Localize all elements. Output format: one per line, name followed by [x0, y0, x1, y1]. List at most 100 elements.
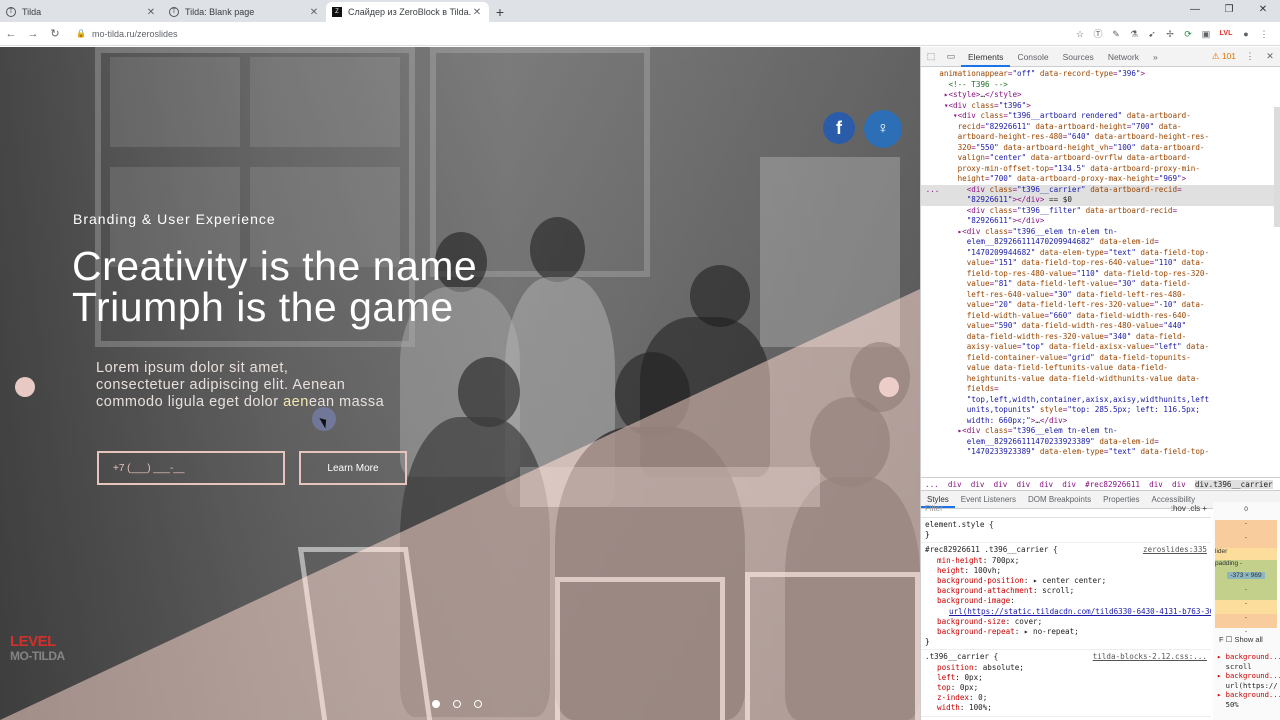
- dom-line[interactable]: ▾<div class="t396">: [921, 101, 1280, 112]
- dom-line[interactable]: artboard-height-res-480="640" data-artbo…: [921, 132, 1280, 143]
- slider-dot-1[interactable]: [432, 700, 440, 708]
- dom-line[interactable]: 320="550" data-artboard-height_vh="100" …: [921, 143, 1280, 154]
- background-image-link[interactable]: url(https://static.tildacdn.com/tild6330…: [949, 607, 1211, 616]
- dom-line[interactable]: fields=: [921, 384, 1280, 395]
- tab-sources[interactable]: Sources: [1056, 47, 1101, 67]
- dom-line[interactable]: value data-field-leftunits-value data-fi…: [921, 363, 1280, 374]
- dom-line[interactable]: <!-- T396 -->: [921, 80, 1280, 91]
- dom-line[interactable]: field-container-value="grid" data-field-…: [921, 353, 1280, 364]
- facebook-icon[interactable]: f: [823, 112, 855, 144]
- breadcrumb-item[interactable]: div: [1149, 480, 1163, 489]
- close-devtools-icon[interactable]: ✕: [1260, 51, 1280, 62]
- settings-icon[interactable]: ⋮: [1240, 51, 1260, 62]
- new-tab-button[interactable]: +: [489, 2, 511, 22]
- dom-line[interactable]: heightunits-value data-field-widthunits-…: [921, 374, 1280, 385]
- css-rule[interactable]: zeroslides:335 #rec82926611 .t396__carri…: [921, 543, 1211, 651]
- dom-line[interactable]: height="700" data-artboard-proxy-max-hei…: [921, 174, 1280, 185]
- browser-tab-slider[interactable]: Z Слайдер из ZeroBlock в Tilda.cc ✕: [326, 2, 489, 22]
- dom-line[interactable]: valign="center" data-artboard-ovrflw dat…: [921, 153, 1280, 164]
- tab-elements[interactable]: Elements: [961, 47, 1011, 67]
- dom-line[interactable]: left-res-640-value="30" data-field-left-…: [921, 290, 1280, 301]
- more-tabs-button[interactable]: »: [1146, 47, 1165, 67]
- breadcrumb-item[interactable]: div: [1172, 480, 1186, 489]
- breadcrumb-item[interactable]: ...: [925, 480, 939, 489]
- dom-line-selected[interactable]: "82926611"></div> == $0: [921, 195, 1280, 206]
- dom-line[interactable]: axisy-value="top" data-field-axisx-value…: [921, 342, 1280, 353]
- minimize-icon[interactable]: —: [1178, 0, 1212, 22]
- warning-count[interactable]: ⚠ 101: [1208, 51, 1240, 62]
- dom-line[interactable]: <div class="t396__filter" data-artboard-…: [921, 206, 1280, 217]
- breadcrumb-item[interactable]: div: [1062, 480, 1076, 489]
- url-field[interactable]: 🔒 mo-tilda.ru/zeroslides: [70, 24, 1074, 43]
- rocket-icon[interactable]: ➹: [1146, 28, 1158, 40]
- dom-line[interactable]: recid="82926611" data-artboard-height="7…: [921, 122, 1280, 133]
- dom-line[interactable]: value="20" data-field-left-res-320-value…: [921, 300, 1280, 311]
- profile-icon[interactable]: ●: [1240, 28, 1252, 40]
- css-property[interactable]: background-position: ▸ center center;: [925, 576, 1207, 586]
- css-property[interactable]: min-height: 700px;: [925, 556, 1207, 566]
- css-property[interactable]: left: 0px;: [925, 673, 1207, 683]
- close-icon[interactable]: ✕: [308, 7, 320, 18]
- dom-line[interactable]: "1470209944682" data-elem-type="text" da…: [921, 248, 1280, 259]
- back-icon[interactable]: ←: [0, 28, 22, 40]
- puzzle-icon[interactable]: ▣: [1200, 28, 1212, 40]
- css-property[interactable]: height: 100vh;: [925, 566, 1207, 576]
- breadcrumb-item[interactable]: div: [948, 480, 962, 489]
- dom-line[interactable]: animationappear="off" data-record-type="…: [921, 69, 1280, 80]
- dom-line[interactable]: value="151" data-field-top-res-640-value…: [921, 258, 1280, 269]
- tab-console[interactable]: Console: [1010, 47, 1055, 67]
- show-all-checkbox[interactable]: F ☐ Show all: [1219, 635, 1263, 644]
- dom-line[interactable]: proxy-min-offset-top="134.5" data-artboa…: [921, 164, 1280, 175]
- phone-input[interactable]: [97, 451, 285, 485]
- eyedropper-icon[interactable]: ⚗: [1128, 28, 1140, 40]
- inspect-icon[interactable]: ⬚: [921, 51, 941, 62]
- dom-line[interactable]: ▸<style>…</style>: [921, 90, 1280, 101]
- dom-line[interactable]: "1470233923389" data-elem-type="text" da…: [921, 447, 1280, 458]
- dom-line[interactable]: elem__829266111470209944682" data-elem-i…: [921, 237, 1280, 248]
- css-property[interactable]: background-size: cover;: [925, 617, 1207, 627]
- dom-line[interactable]: "top,left,width,container,axisx,axisy,wi…: [921, 395, 1280, 406]
- dom-line[interactable]: field-top-res-480-value="110" data-field…: [921, 269, 1280, 280]
- breadcrumb-item[interactable]: div: [971, 480, 985, 489]
- slider-next-arrow[interactable]: [879, 377, 899, 397]
- breadcrumb-item[interactable]: #rec82926611: [1085, 480, 1140, 489]
- css-property[interactable]: position: absolute;: [925, 663, 1207, 673]
- styles-filter-options[interactable]: :hov .cls +: [1171, 504, 1207, 514]
- pin-icon[interactable]: ✢: [1164, 28, 1176, 40]
- css-property[interactable]: background-repeat: ▸ no-repeat;: [925, 627, 1207, 637]
- computed-prop[interactable]: background...: [1226, 671, 1280, 680]
- dom-line[interactable]: value="81" data-field-left-value="30" da…: [921, 279, 1280, 290]
- dom-line[interactable]: ▸<div class="t396__elem tn-elem tn-: [921, 426, 1280, 437]
- browser-tab-blank-page[interactable]: T Tilda: Blank page ✕: [163, 2, 326, 22]
- dom-line-selected[interactable]: ... <div class="t396__carrier" data-artb…: [921, 184, 1280, 195]
- close-icon[interactable]: ✕: [471, 7, 483, 18]
- rule-source-link[interactable]: tilda-blocks-2.12.css:...: [1093, 652, 1207, 662]
- slider-dot-2[interactable]: [453, 700, 461, 708]
- css-property-url[interactable]: url(https://static.tildacdn.com/tild6330…: [925, 607, 1211, 617]
- css-property[interactable]: z-index: 0;: [925, 693, 1207, 703]
- breadcrumb-item[interactable]: div: [1017, 480, 1031, 489]
- forward-icon[interactable]: →: [22, 28, 44, 40]
- dom-line[interactable]: elem__829266111470233923389" data-elem-i…: [921, 437, 1280, 448]
- css-property[interactable]: background-image:: [925, 596, 1207, 606]
- css-rule[interactable]: tilda-blocks-2.12.css:... .t396__carrier…: [921, 650, 1211, 717]
- slider-prev-arrow[interactable]: [15, 377, 35, 397]
- star-icon[interactable]: ☆: [1074, 28, 1086, 40]
- computed-prop[interactable]: background...: [1226, 690, 1280, 699]
- runner-logo-icon[interactable]: ♀: [864, 110, 902, 148]
- dom-line[interactable]: ▾<div class="t396__artboard rendered" da…: [921, 111, 1280, 122]
- browser-tab-tilda[interactable]: T Tilda ✕: [0, 2, 163, 22]
- rule-source-link[interactable]: zeroslides:335: [1143, 545, 1207, 555]
- dom-line[interactable]: data-field-width-res-320-value="340" dat…: [921, 332, 1280, 343]
- reload-icon[interactable]: ↻: [44, 27, 66, 40]
- elements-tree[interactable]: animationappear="off" data-record-type="…: [921, 67, 1280, 477]
- device-toggle-icon[interactable]: ▭: [941, 51, 961, 62]
- close-window-icon[interactable]: ✕: [1246, 0, 1280, 22]
- dom-line[interactable]: units,topunits" style="top: 285.5px; lef…: [921, 405, 1280, 416]
- computed-prop[interactable]: background...: [1226, 652, 1280, 661]
- breadcrumb-current[interactable]: div.t396__carrier: [1194, 480, 1273, 489]
- close-icon[interactable]: ✕: [145, 7, 157, 18]
- elements-scrollbar[interactable]: [1274, 107, 1280, 227]
- dom-line[interactable]: ▸<div class="t396__elem tn-elem tn-: [921, 227, 1280, 238]
- breadcrumb-item[interactable]: div: [994, 480, 1008, 489]
